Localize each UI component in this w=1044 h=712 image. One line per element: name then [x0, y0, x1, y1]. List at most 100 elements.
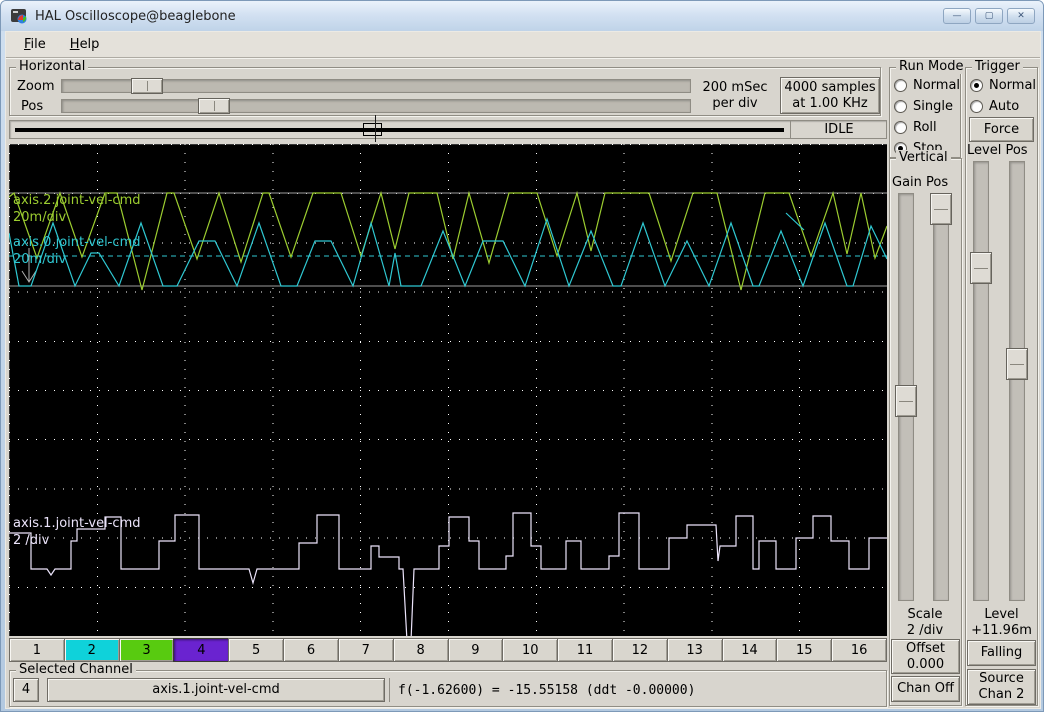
trace-name: axis.0.joint-vel-cmd: [13, 235, 141, 250]
trace-name: axis.2.joint-vel-cmd: [13, 193, 141, 208]
vertical-pos-slider-track[interactable]: [933, 193, 949, 601]
run-mode-single-radio[interactable]: Single: [894, 96, 960, 117]
trace-label-axis0: axis.0.joint-vel-cmd 20m/div: [13, 234, 141, 268]
run-mode-options: Normal Single Roll Stop: [894, 75, 960, 159]
scope-display[interactable]: axis.2.joint-vel-cmd 20m/div axis.0.join…: [8, 144, 888, 642]
trace-scale: 20m/div: [13, 210, 67, 225]
channel-button-6[interactable]: 6: [283, 638, 339, 662]
zoom-slider-handle[interactable]: [131, 78, 163, 94]
vertical-scale-readout: Scale 2 /div: [889, 607, 961, 639]
channel-button-11[interactable]: 11: [557, 638, 613, 662]
radio-icon[interactable]: [970, 79, 983, 92]
samples-line2: at 1.00 KHz: [792, 95, 868, 111]
channel-button-4[interactable]: 4: [173, 638, 230, 662]
trace-label-axis1: axis.1.joint-vel-cmd 2 /div: [13, 515, 141, 549]
channel-button-7[interactable]: 7: [337, 638, 394, 662]
trigger-level-slider-handle[interactable]: [970, 252, 992, 284]
maximize-icon[interactable]: ▢: [975, 8, 1003, 24]
cursor-readout: f(-1.62600) = -15.55158 (ddt -0.00000): [389, 678, 883, 702]
channel-button-16[interactable]: 16: [831, 638, 887, 662]
trigger-source-button[interactable]: Source Chan 2: [967, 669, 1036, 705]
vertical-pos-slider-handle[interactable]: [930, 193, 952, 225]
selected-channel-number-button[interactable]: 4: [13, 678, 39, 702]
selected-channel-name: axis.1.joint-vel-cmd: [152, 682, 280, 697]
samples-button[interactable]: 4000 samples at 1.00 KHz: [780, 77, 880, 114]
channel-button-3[interactable]: 3: [118, 638, 175, 662]
force-button-label: Force: [983, 121, 1020, 137]
trace-fragment: [785, 212, 805, 231]
pos-label: Pos: [21, 99, 44, 114]
window-title: HAL Oscilloscope@beaglebone: [35, 8, 236, 24]
trace-name: axis.1.joint-vel-cmd: [13, 516, 141, 531]
offset-title: Offset: [905, 640, 946, 656]
trigger-normal-radio[interactable]: Normal: [970, 75, 1036, 96]
selected-channel-number: 4: [21, 682, 31, 697]
offset-button[interactable]: Offset 0.000: [891, 639, 960, 674]
radio-icon[interactable]: [894, 79, 907, 92]
offset-value: 0.000: [906, 656, 945, 672]
run-mode-normal-radio[interactable]: Normal: [894, 75, 960, 96]
vertical-gain-slider-handle[interactable]: [895, 385, 917, 417]
trigger-options: Normal Auto: [970, 75, 1036, 117]
trigger-pos-slider-handle[interactable]: [1006, 348, 1028, 380]
channel-button-15[interactable]: 15: [776, 638, 833, 662]
menu-file[interactable]: File: [14, 34, 56, 55]
time-per-div-line2: per div: [712, 96, 758, 111]
scope-canvas: [8, 144, 888, 642]
trigger-level-pos-label: Level Pos: [967, 143, 1028, 158]
trigger-level-slider-track[interactable]: [973, 161, 989, 601]
time-per-div-line1: 200 mSec: [702, 80, 768, 95]
trigger-level-value: +11.96m: [971, 623, 1032, 638]
selected-channel-frame-label: Selected Channel: [16, 662, 136, 677]
run-mode-normal-label: Normal: [913, 78, 961, 93]
pos-slider-track[interactable]: [61, 99, 691, 113]
run-mode-roll-label: Roll: [913, 120, 937, 135]
trigger-level-readout: Level +11.96m: [965, 607, 1038, 639]
run-mode-roll-radio[interactable]: Roll: [894, 117, 960, 138]
trace-scale: 20m/div: [13, 252, 67, 267]
channel-button-10[interactable]: 10: [502, 638, 559, 662]
time-per-div-label: 200 mSec per div: [693, 80, 777, 112]
channel-button-5[interactable]: 5: [228, 638, 285, 662]
samples-line1: 4000 samples: [784, 79, 876, 95]
capture-status: IDLE: [790, 120, 887, 139]
trigger-edge-label: Falling: [980, 645, 1023, 660]
trigger-pos-slider-track[interactable]: [1009, 161, 1025, 601]
vertical-frame-label: Vertical: [896, 150, 951, 165]
channel-button-2[interactable]: 2: [63, 638, 120, 662]
trace-scale: 2 /div: [13, 533, 50, 548]
close-icon[interactable]: ✕: [1007, 8, 1035, 24]
vertical-gain-pos-label: Gain Pos: [892, 175, 949, 190]
zoom-label: Zoom: [17, 79, 55, 94]
minimize-icon[interactable]: —: [943, 8, 971, 24]
trigger-edge-button[interactable]: Falling: [967, 640, 1036, 666]
channel-button-14[interactable]: 14: [721, 638, 778, 662]
channel-button-1[interactable]: 1: [9, 638, 65, 662]
cursor-readout-text: f(-1.62600) = -15.55158 (ddt -0.00000): [398, 682, 696, 698]
pos-slider-handle[interactable]: [198, 98, 230, 114]
channel-button-8[interactable]: 8: [392, 638, 449, 662]
trace-label-axis2: axis.2.joint-vel-cmd 20m/div: [13, 192, 141, 226]
chan-off-button[interactable]: Chan Off: [891, 676, 960, 702]
trigger-auto-radio[interactable]: Auto: [970, 96, 1036, 117]
channel-button-13[interactable]: 13: [666, 638, 723, 662]
vertical-scale-value: 2 /div: [906, 623, 944, 638]
app-window: HAL Oscilloscope@beaglebone — ▢ ✕ File H…: [0, 0, 1044, 712]
channel-button-row: 1 2 3 4 5 6 7 8 9 10 11 12 13 14 15 16: [9, 638, 887, 662]
radio-icon[interactable]: [970, 100, 983, 113]
record-cursor: [375, 115, 376, 142]
trigger-normal-label: Normal: [989, 78, 1037, 93]
channel-button-9[interactable]: 9: [447, 638, 504, 662]
menubar: File Help: [6, 32, 1040, 58]
titlebar[interactable]: HAL Oscilloscope@beaglebone — ▢ ✕: [1, 1, 1043, 31]
trigger-level-title: Level: [984, 607, 1019, 622]
trigger-source-line2: Chan 2: [978, 687, 1025, 702]
selected-channel-name-button[interactable]: axis.1.joint-vel-cmd: [47, 678, 385, 702]
radio-icon[interactable]: [894, 121, 907, 134]
force-button[interactable]: Force: [969, 117, 1034, 142]
record-position-marker: [363, 123, 382, 136]
capture-status-text: IDLE: [824, 122, 854, 137]
menu-help[interactable]: Help: [60, 34, 110, 55]
channel-button-12[interactable]: 12: [611, 638, 668, 662]
radio-icon[interactable]: [894, 100, 907, 113]
